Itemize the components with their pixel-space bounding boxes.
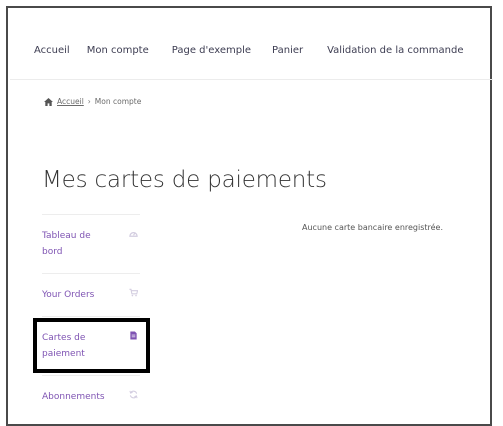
sidebar-item-label: Abonnements (42, 392, 105, 402)
account-sidebar: Tableau de bord Your Orders Cartes de pa… (42, 214, 140, 418)
top-navigation: Accueil Mon compte Page d'exemple Panier… (34, 45, 464, 56)
page-title: Mes cartes de paiements (42, 167, 327, 193)
empty-cards-message: Aucune carte bancaire enregistrée. (302, 223, 444, 232)
active-item-highlight (33, 318, 150, 373)
sidebar-item-orders[interactable]: Your Orders (42, 273, 140, 316)
refresh-icon (129, 390, 138, 399)
sidebar-item-dashboard[interactable]: Tableau de bord (42, 214, 140, 273)
cart-icon (129, 288, 138, 297)
breadcrumb-separator: › (87, 97, 91, 106)
sidebar-item-subscriptions[interactable]: Abonnements (42, 375, 140, 418)
sidebar-item-label: Your Orders (42, 290, 95, 300)
sidebar-item-label: Tableau de bord (42, 231, 91, 257)
nav-item-page-exemple[interactable]: Page d'exemple (172, 45, 251, 56)
nav-item-panier[interactable]: Panier (272, 45, 303, 56)
breadcrumb-current: Mon compte (94, 97, 142, 106)
home-icon (44, 97, 53, 106)
nav-item-validation-commande[interactable]: Validation de la commande (327, 45, 463, 56)
nav-item-accueil[interactable]: Accueil (34, 45, 70, 56)
breadcrumb-home-link[interactable]: Accueil (57, 97, 84, 106)
nav-divider (10, 79, 493, 80)
breadcrumb: Accueil › Mon compte (44, 97, 141, 106)
dashboard-icon (129, 231, 138, 237)
nav-item-mon-compte[interactable]: Mon compte (87, 45, 149, 56)
